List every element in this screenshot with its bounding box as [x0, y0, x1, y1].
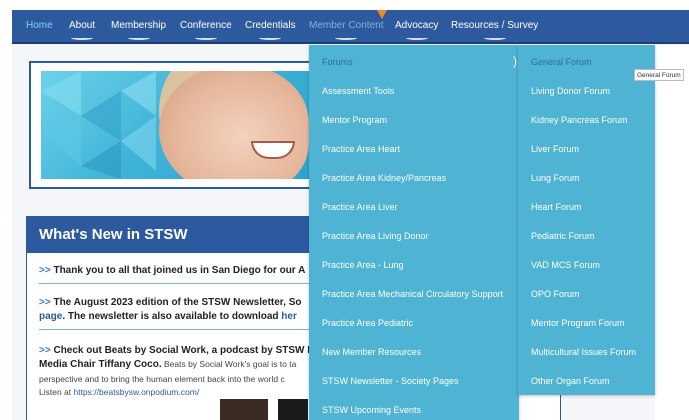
menu-item-stsw-upcoming-events[interactable]: STSW Upcoming Events: [322, 405, 421, 415]
nav-membership[interactable]: Membership: [111, 10, 166, 42]
menu-item-practice-area-kidney-pancreas[interactable]: Practice Area Kidney/Pancreas: [322, 173, 446, 183]
news-item-2-line2-text: . The newsletter is also available to do…: [62, 311, 282, 322]
submenu-item-pediatric-forum[interactable]: Pediatric Forum: [531, 231, 595, 241]
news-item-3-line2-bold: Media Chair Tiffany Coco.: [39, 359, 162, 370]
menu-item-practice-area-living-donor[interactable]: Practice Area Living Donor: [322, 231, 429, 241]
newsletter-download-link[interactable]: her: [281, 311, 297, 322]
menu-item-practice-area-pediatric[interactable]: Practice Area Pediatric: [322, 318, 413, 328]
menu-item-practice-area-lung[interactable]: Practice Area - Lung: [322, 260, 404, 270]
page-margin: [655, 45, 689, 420]
news-item-1-text: Thank you to all that joined us in San D…: [53, 265, 306, 276]
hero-face: [159, 71, 309, 179]
page: Home About Membership Conference Credent…: [0, 0, 689, 420]
submenu-item-liver-forum[interactable]: Liver Forum: [531, 144, 579, 154]
nav-conference-label: Conference: [180, 20, 232, 31]
menu-item-stsw-newsletter[interactable]: STSW Newsletter - Society Pages: [322, 376, 459, 386]
nav-conference[interactable]: Conference: [180, 10, 232, 42]
nav-resources-survey-label: Resources / Survey: [451, 20, 539, 31]
news-item-3-line1: Check out Beats by Social Work, a podcas…: [53, 345, 316, 356]
podcast-thumbnail: [278, 399, 308, 420]
nav-resources-survey[interactable]: Resources / Survey: [451, 10, 538, 42]
podcast-link[interactable]: https://beatsbysw.onpodium.com/: [74, 387, 200, 397]
nav-underline-decoration: [483, 36, 506, 40]
listen-prefix: Listen at: [39, 387, 74, 397]
nav-underline-decoration: [259, 36, 282, 40]
nav-underline-decoration: [127, 36, 150, 40]
menu-item-assessment-tools[interactable]: Assessment Tools: [322, 86, 394, 96]
nav-underline-decoration: [71, 36, 94, 40]
submenu-item-multicultural-issues-forum[interactable]: Multicultural Issues Forum: [531, 347, 636, 357]
submenu-item-opo-forum[interactable]: OPO Forum: [531, 289, 580, 299]
newsletter-page-link[interactable]: page: [39, 311, 62, 322]
submenu-item-kidney-pancreas-forum[interactable]: Kidney Pancreas Forum: [531, 115, 628, 125]
nav-credentials[interactable]: Credentials: [245, 10, 296, 42]
news-item-1: >> Thank you to all that joined us in Sa…: [39, 265, 305, 276]
member-content-menu: Forums Assessment Tools Mentor Program P…: [309, 45, 519, 420]
news-item-3-line2: Media Chair Tiffany Coco. Beats by Socia…: [39, 359, 296, 370]
nav-credentials-label: Credentials: [245, 20, 296, 31]
news-item-3: >> Check out Beats by Social Work, a pod…: [39, 345, 316, 356]
news-arrow: >>: [39, 345, 51, 356]
top-nav: Home About Membership Conference Credent…: [12, 10, 689, 44]
submenu-item-heart-forum[interactable]: Heart Forum: [531, 202, 582, 212]
nav-underline-decoration: [405, 36, 428, 40]
nav-advocacy[interactable]: Advocacy: [395, 10, 438, 42]
nav-home[interactable]: Home: [26, 10, 53, 42]
news-item-2-line1: The August 2023 edition of the STSW News…: [53, 297, 302, 308]
forums-submenu: General Forum Living Donor Forum Kidney …: [518, 45, 655, 395]
nav-underline-decoration: [194, 36, 217, 40]
news-item-2-line2: page. The newsletter is also available t…: [39, 311, 297, 322]
submenu-item-lung-forum[interactable]: Lung Forum: [531, 173, 580, 183]
menu-item-practice-area-heart[interactable]: Practice Area Heart: [322, 144, 400, 154]
menu-item-practice-area-liver[interactable]: Practice Area Liver: [322, 202, 398, 212]
menu-item-new-member-resources[interactable]: New Member Resources: [322, 347, 421, 357]
hero-image: [41, 71, 323, 179]
nav-underline-decoration: [335, 36, 358, 40]
submenu-chevron-icon: ): [513, 54, 517, 68]
nav-about-label: About: [69, 20, 96, 31]
news-arrow: >>: [39, 297, 51, 308]
podcast-thumbnail: [220, 399, 268, 420]
submenu-item-other-organ-forum[interactable]: Other Organ Forum: [531, 376, 610, 386]
nav-membership-label: Membership: [111, 20, 167, 31]
nav-advocacy-label: Advocacy: [395, 20, 439, 31]
news-arrow: >>: [39, 265, 51, 276]
news-item-3-line3: perspective and to bring the human eleme…: [39, 374, 285, 384]
submenu-item-mentor-program-forum[interactable]: Mentor Program Forum: [531, 318, 625, 328]
tooltip: General Forum: [634, 69, 684, 81]
hero-banner: [29, 61, 329, 189]
news-item-2: >> The August 2023 edition of the STSW N…: [39, 297, 301, 308]
submenu-item-general-forum[interactable]: General Forum: [531, 57, 592, 67]
menu-item-mentor-program[interactable]: Mentor Program: [322, 115, 387, 125]
submenu-item-vad-mcs-forum[interactable]: VAD MCS Forum: [531, 260, 600, 270]
news-item-3-line4: Listen at https://beatsbysw.onpodium.com…: [39, 387, 199, 397]
nav-member-content-label: Member Content: [309, 20, 384, 31]
nav-home-label: Home: [26, 20, 53, 31]
nav-member-content[interactable]: Member Content: [309, 10, 383, 42]
cursor-pointer-icon: [377, 10, 387, 19]
menu-item-forums[interactable]: Forums: [322, 57, 353, 67]
nav-about[interactable]: About: [69, 10, 95, 42]
menu-item-practice-area-mcs[interactable]: Practice Area Mechanical Circulatory Sup…: [322, 289, 503, 299]
news-item-3-line2-small: Beats by Social Work's goal is to ta: [161, 359, 297, 369]
submenu-item-living-donor-forum[interactable]: Living Donor Forum: [531, 86, 610, 96]
